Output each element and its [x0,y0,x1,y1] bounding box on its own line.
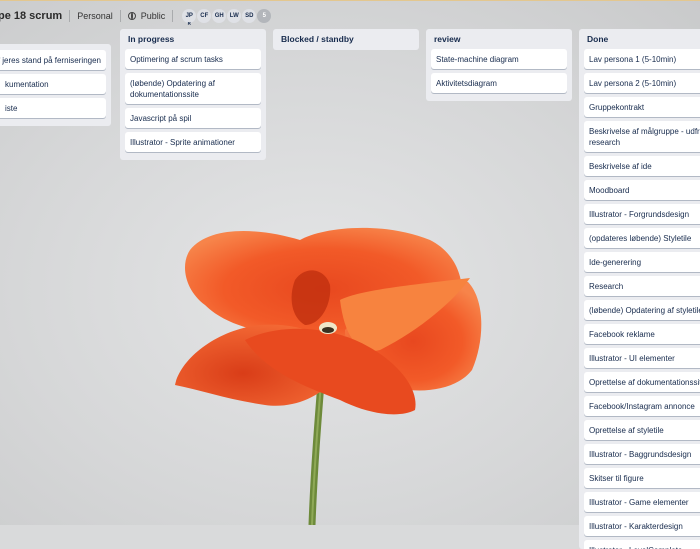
visibility-label[interactable]: Public [141,11,166,21]
list-card[interactable]: Aktivitetsdiagram [431,73,567,93]
list-title[interactable]: Blocked / standby [278,29,414,49]
list-card[interactable]: Optimering af scrum tasks [125,49,261,69]
list-title[interactable]: Done [584,29,700,49]
board-title[interactable]: pe 18 scrum [0,10,62,22]
list-card[interactable]: Beskrivelse af målgruppe - udfra researc… [584,121,700,152]
header-divider [119,10,121,22]
list-card[interactable]: (løbende) Opdatering af dokumentationssi… [125,73,261,104]
list-card[interactable]: Oprettelse af dokumentationssite [584,372,700,392]
card-text: kumentation [5,80,49,89]
list-card[interactable]: Javascript på spil [125,108,261,128]
list-card[interactable]: Beskrivelse af ide [584,156,700,176]
card-text: iste [5,104,18,113]
avatar[interactable]: SD [242,9,257,23]
avatar-initials: JP [185,13,193,19]
list-card[interactable]: Facebook/Instagram annonce [584,396,700,416]
list-title[interactable]: In progress [125,29,261,49]
header-divider [172,10,174,22]
list-card[interactable]: iste [0,98,106,118]
avatar-initials: LW [229,13,239,19]
board-members: JP R CF GH LW SD 5 [182,9,272,26]
list-card[interactable]: af jeres stand på ferniseringen [0,50,106,70]
list-card[interactable]: Gruppekontrakt [584,97,700,117]
avatar[interactable]: JP R [182,9,197,26]
avatar-initials: GH [214,13,224,19]
list-card[interactable]: Illustrator - LevelComplete skærm GameOv… [584,540,700,549]
list-in-progress: In progress Optimering af scrum tasks (l… [120,29,266,160]
list-card[interactable]: Lav persona 1 (5-10min) [584,49,700,69]
list-card[interactable]: Illustrator - UI elementer [584,348,700,368]
list-card[interactable]: Illustrator - Game elementer [584,492,700,512]
list-done: Done Lav persona 1 (5-10min) Lav persona… [579,29,700,549]
list-card[interactable]: Illustrator - Baggrundsdesign [584,444,700,464]
list-title[interactable]: review [431,29,567,49]
list-card[interactable]: Illustrator - Karakterdesign [584,516,700,536]
list-card[interactable]: Illustrator - Forgrundsdesign [584,204,700,224]
list-card[interactable]: Moodboard [584,180,700,200]
list-card[interactable]: Research [584,276,700,296]
header-divider [69,10,71,22]
team-label[interactable]: Personal [77,11,113,21]
list-card[interactable]: (løbende) Opdatering af styletile [584,300,700,320]
list-card[interactable]: Ide-generering [584,252,700,272]
list-card[interactable]: Lav persona 2 (5-10min) [584,73,700,93]
list-blocked: Blocked / standby [273,29,419,50]
globe-icon [127,12,136,20]
avatar-initials: SD [245,13,254,19]
list-card[interactable]: kumentation [0,74,106,94]
list-card[interactable]: Facebook reklame [584,324,700,344]
avatar[interactable]: GH [212,9,227,23]
list-card[interactable]: Skitser til figure [584,468,700,488]
list-card[interactable]: Illustrator - Sprite animationer [125,132,261,152]
avatar[interactable]: LW [227,9,242,23]
avatar-role: R [187,21,191,26]
list-review: review State-machine diagram Aktivitetsd… [426,29,572,101]
board-header: pe 18 scrum Personal Public JP R CF GH L… [0,0,700,31]
avatar-initials: CF [200,13,209,19]
list-card[interactable]: Oprettelse af styletile [584,420,700,440]
list-card[interactable]: (opdateres løbende) Styletile [584,228,700,248]
avatar[interactable]: CF [197,9,212,23]
more-members-button[interactable]: 5 [257,9,272,23]
list-card[interactable]: State-machine diagram [431,49,567,69]
list-todo: af jeres stand på ferniseringen kumentat… [0,44,111,126]
